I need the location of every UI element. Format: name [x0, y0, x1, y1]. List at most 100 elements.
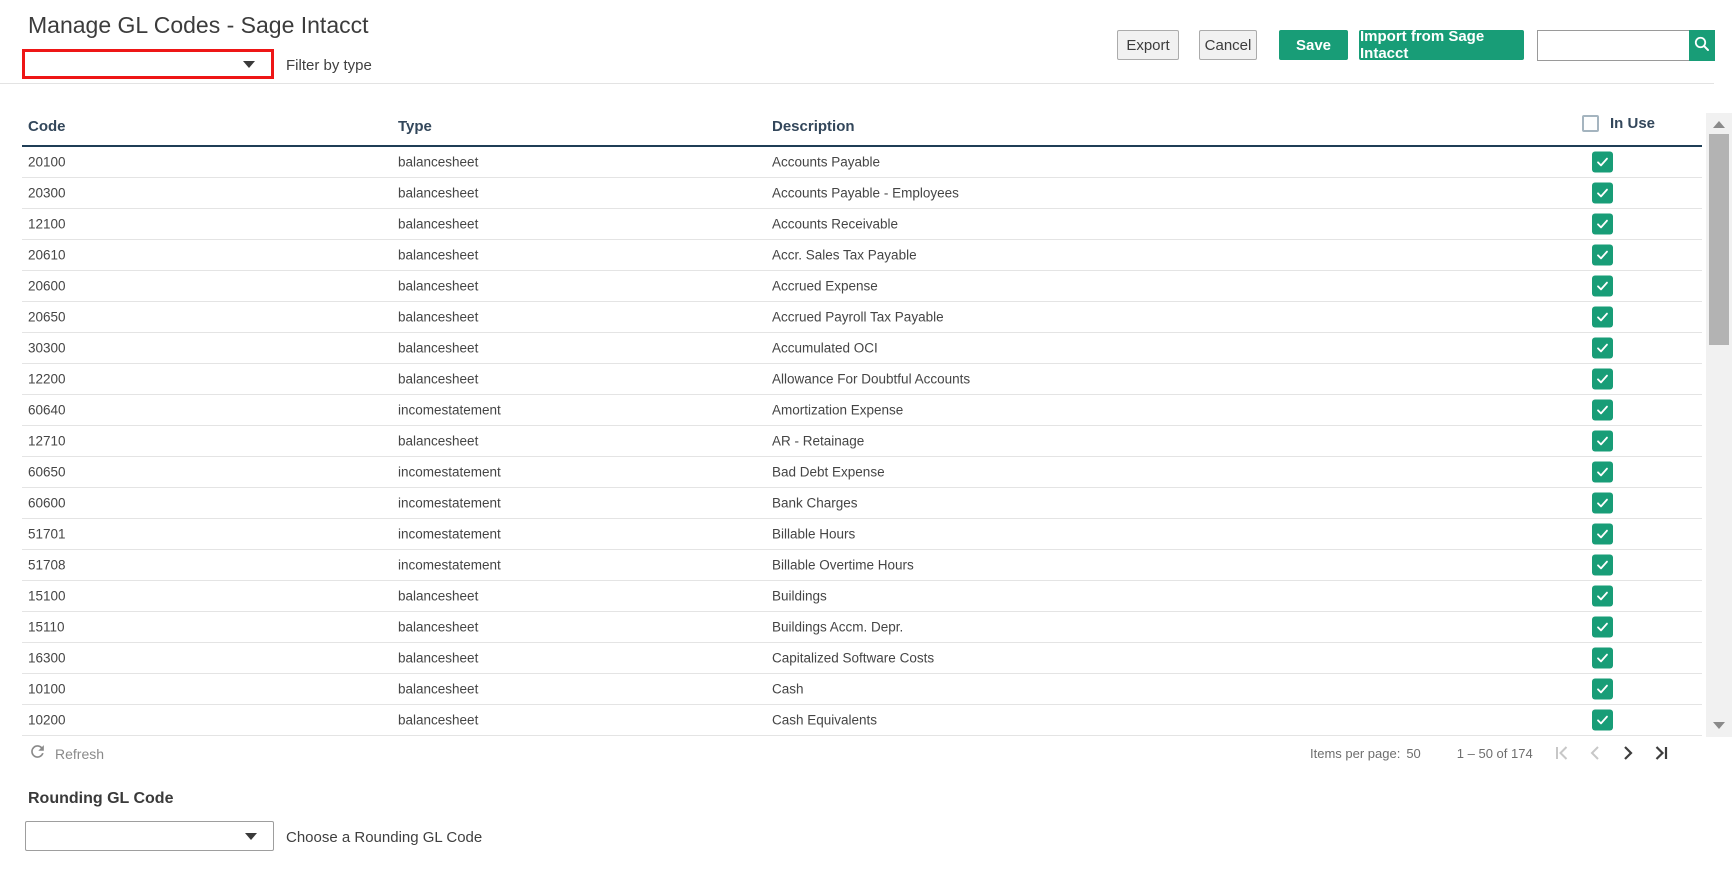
import-from-sage-intacct-button[interactable]: Import from Sage Intacct [1359, 28, 1524, 62]
row-code: 10100 [28, 681, 66, 697]
table-body: 20100 balancesheet Accounts Payable 20300 ba… [22, 147, 1702, 737]
row-description: Accr. Sales Tax Payable [772, 247, 917, 263]
row-type: incomestatement [398, 495, 501, 511]
table-row: 16300 balancesheet Capitalized Software Co… [22, 643, 1702, 674]
row-description: Accrued Expense [772, 278, 878, 294]
row-description: Buildings [772, 588, 827, 604]
in-use-checkbox[interactable] [1592, 368, 1613, 390]
items-per-page-value[interactable]: 50 [1406, 746, 1420, 761]
scrollbar-up-icon[interactable] [1713, 121, 1725, 128]
row-type: balancesheet [398, 371, 479, 387]
last-page-button[interactable] [1648, 740, 1674, 766]
search-button[interactable] [1689, 30, 1715, 61]
column-header-type: Type [398, 118, 432, 135]
row-code: 51708 [28, 557, 66, 573]
in-use-checkbox[interactable] [1592, 337, 1613, 359]
row-description: Bad Debt Expense [772, 464, 885, 480]
refresh-button[interactable]: Refresh [28, 742, 104, 766]
row-code: 15110 [28, 619, 65, 635]
row-description: Accrued Payroll Tax Payable [772, 309, 944, 325]
in-use-label: In Use [1610, 115, 1656, 132]
row-description: Capitalized Software Costs [772, 650, 935, 666]
row-description: Accumulated OCI [772, 340, 878, 356]
row-description: Bank Charges [772, 495, 858, 511]
table-scrollbar[interactable] [1706, 113, 1732, 737]
table-row: 10200 balancesheet Cash Equivalents [22, 705, 1702, 736]
scrollbar-down-icon[interactable] [1713, 722, 1725, 729]
in-use-checkbox[interactable] [1592, 306, 1613, 328]
in-use-checkbox[interactable] [1592, 213, 1613, 235]
row-type: balancesheet [398, 588, 479, 604]
row-description: Billable Hours [772, 526, 856, 542]
row-code: 20100 [28, 154, 66, 170]
row-description: Buildings Accm. Depr. [772, 619, 904, 635]
row-type: incomestatement [398, 402, 501, 418]
row-type: incomestatement [398, 464, 501, 480]
search-bar [1537, 30, 1715, 61]
row-type: balancesheet [398, 247, 479, 263]
in-use-checkbox[interactable] [1592, 151, 1613, 173]
in-use-checkbox[interactable] [1592, 182, 1613, 204]
row-code: 20300 [28, 185, 66, 201]
row-type: balancesheet [398, 154, 479, 170]
in-use-checkbox[interactable] [1592, 585, 1613, 607]
in-use-checkbox[interactable] [1592, 647, 1613, 669]
row-code: 60650 [28, 464, 66, 480]
row-description: Cash Equivalents [772, 712, 878, 728]
column-header-description: Description [772, 118, 855, 135]
refresh-icon [28, 742, 47, 766]
row-description: Accounts Payable - Employees [772, 185, 959, 201]
table-row: 30300 balancesheet Accumulated OCI [22, 333, 1702, 364]
row-type: balancesheet [398, 278, 479, 294]
row-code: 60600 [28, 495, 66, 511]
in-use-checkbox[interactable] [1592, 275, 1613, 297]
in-use-checkbox[interactable] [1592, 492, 1613, 514]
in-use-checkbox[interactable] [1592, 461, 1613, 483]
cancel-button[interactable]: Cancel [1199, 30, 1257, 60]
row-code: 60640 [28, 402, 66, 418]
filter-by-type-label: Filter by type [286, 57, 372, 74]
row-type: balancesheet [398, 650, 479, 666]
row-type: balancesheet [398, 619, 479, 635]
select-all-checkbox[interactable] [1582, 115, 1599, 132]
in-use-checkbox[interactable] [1592, 399, 1613, 421]
page-range-text: 1 – 50 of 174 [1456, 745, 1533, 761]
next-page-button[interactable] [1615, 740, 1641, 766]
page-title: Manage GL Codes - Sage Intacct [28, 12, 369, 38]
scrollbar-thumb[interactable] [1709, 134, 1729, 345]
rounding-gl-code-dropdown[interactable] [25, 821, 274, 851]
in-use-checkbox[interactable] [1592, 554, 1613, 576]
table-row: 12200 balancesheet Allowance For Doubtful … [22, 364, 1702, 395]
pagination-controls [1549, 740, 1674, 766]
column-header-in-use: In Use [1582, 115, 1655, 132]
row-code: 12100 [28, 216, 66, 232]
previous-page-button[interactable] [1582, 740, 1608, 766]
in-use-checkbox[interactable] [1592, 678, 1613, 700]
chevron-down-icon [245, 832, 257, 840]
row-code: 30300 [28, 340, 66, 356]
export-button[interactable]: Export [1117, 30, 1179, 60]
first-page-button[interactable] [1549, 740, 1575, 766]
in-use-checkbox[interactable] [1592, 709, 1613, 731]
table-header-row: Code Type Description In Use [22, 110, 1702, 147]
in-use-checkbox[interactable] [1592, 616, 1613, 638]
in-use-checkbox[interactable] [1592, 244, 1613, 266]
pagination-info: Items per page: 50 1 – 50 of 174 [1310, 740, 1533, 766]
header-divider [0, 83, 1714, 84]
column-header-code: Code [28, 118, 66, 135]
table-row: 15110 balancesheet Buildings Accm. Depr. [22, 612, 1702, 643]
table-row: 20650 balancesheet Accrued Payroll Tax Pay… [22, 302, 1702, 333]
table-row: 60640 incomestatement Amortization Expense [22, 395, 1702, 426]
in-use-checkbox[interactable] [1592, 523, 1613, 545]
rounding-helper-text: Choose a Rounding GL Code [286, 829, 483, 846]
row-code: 20610 [28, 247, 66, 263]
search-icon [1693, 35, 1711, 56]
row-code: 20650 [28, 309, 66, 325]
row-description: Accounts Payable [772, 154, 881, 170]
save-button[interactable]: Save [1279, 30, 1348, 60]
filter-by-type-dropdown[interactable] [22, 49, 274, 79]
in-use-checkbox[interactable] [1592, 430, 1613, 452]
row-code: 12710 [28, 433, 66, 449]
search-input[interactable] [1537, 30, 1689, 61]
table-row: 12710 balancesheet AR - Retainage [22, 426, 1702, 457]
